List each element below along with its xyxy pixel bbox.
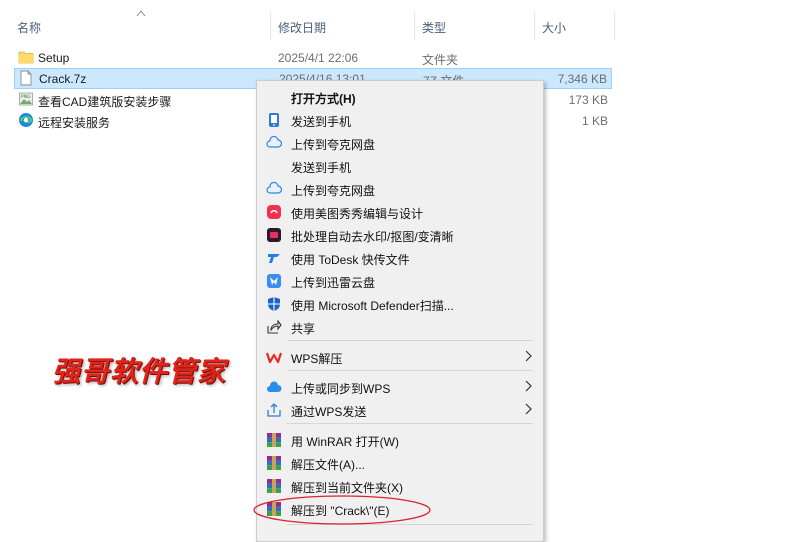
- png-icon: PNG: [19, 92, 33, 106]
- file-row-setup[interactable]: Setup 2025/4/1 22:06 文件夹: [14, 47, 612, 68]
- file-name: Crack.7z: [39, 72, 87, 86]
- column-divider[interactable]: [414, 12, 415, 40]
- menu-item-share[interactable]: 共享: [257, 316, 543, 338]
- menu-item-label: 上传到夸克网盘: [291, 184, 376, 198]
- menu-item-label: WPS解压: [291, 352, 343, 366]
- column-date[interactable]: 修改日期: [278, 19, 326, 36]
- menu-item-batch-photo[interactable]: 批处理自动去水印/抠图/变清晰: [257, 224, 543, 246]
- menu-item-winrar-open[interactable]: 用 WinRAR 打开(W): [257, 429, 543, 451]
- thunder-icon: [267, 274, 281, 288]
- menu-item-wps-sync[interactable]: 上传或同步到WPS: [257, 376, 543, 398]
- file-icon: [20, 70, 32, 86]
- menu-item-label: 上传到迅雷云盘: [291, 276, 376, 290]
- svg-text:PNG: PNG: [21, 94, 31, 100]
- menu-item-upload-quark-2[interactable]: 上传到夸克网盘: [257, 178, 543, 200]
- menu-item-label: 使用 Microsoft Defender扫描...: [291, 299, 454, 313]
- menu-item-label: 使用 ToDesk 快传文件: [291, 253, 410, 267]
- file-size: 7,346 KB: [557, 72, 607, 86]
- defender-icon: [268, 297, 280, 311]
- menu-separator: [287, 340, 533, 341]
- menu-item-label: 通过WPS发送: [291, 405, 367, 419]
- winrar-icon: [267, 456, 281, 470]
- menu-separator: [287, 370, 533, 371]
- menu-item-send-to-phone[interactable]: 发送到手机: [257, 109, 543, 131]
- todesk-icon: [268, 254, 280, 263]
- menu-item-label: 共享: [291, 322, 316, 336]
- winrar-icon: [267, 433, 281, 447]
- wps-cloud-icon: [267, 381, 282, 392]
- file-name: 远程安装服务: [38, 116, 111, 130]
- share-icon: [267, 319, 282, 334]
- file-name: 查看CAD建筑版安装步骤: [38, 95, 172, 109]
- file-date: 2025/4/1 22:06: [278, 51, 359, 65]
- column-size[interactable]: 大小: [542, 19, 566, 36]
- column-divider[interactable]: [534, 12, 535, 40]
- menu-item-label: 发送到手机: [291, 115, 352, 129]
- folder-icon: [18, 51, 34, 64]
- quark-cloud-icon: [266, 135, 282, 148]
- menu-item-meitu[interactable]: 使用美图秀秀编辑与设计: [257, 201, 543, 223]
- chevron-right-icon: [525, 380, 532, 392]
- wps-send-icon: [267, 403, 281, 417]
- context-menu: 打开方式(H) 发送到手机 上传到夸克网盘 发送到手机 上传到夸克网盘 使用美图…: [256, 80, 544, 542]
- menu-item-wps-extract[interactable]: WPS解压: [257, 346, 543, 368]
- file-size: 173 KB: [568, 93, 608, 107]
- menu-item-label: 发送到手机: [291, 161, 352, 175]
- menu-item-wps-send[interactable]: 通过WPS发送: [257, 399, 543, 421]
- menu-item-thunder[interactable]: 上传到迅雷云盘: [257, 270, 543, 292]
- menu-item-label: 使用美图秀秀编辑与设计: [291, 207, 424, 221]
- menu-item-label: 批处理自动去水印/抠图/变清晰: [291, 230, 454, 244]
- file-name: Setup: [38, 51, 70, 65]
- menu-item-label: 解压文件(A)...: [291, 458, 365, 472]
- menu-item-extract-files[interactable]: 解压文件(A)...: [257, 452, 543, 474]
- menu-item-label: 上传到夸克网盘: [291, 138, 376, 152]
- chevron-right-icon: [525, 350, 532, 362]
- menu-item-label: 打开方式(H): [291, 92, 356, 106]
- menu-item-todesk[interactable]: 使用 ToDesk 快传文件: [257, 247, 543, 269]
- menu-item-upload-quark[interactable]: 上传到夸克网盘: [257, 132, 543, 154]
- menu-item-defender[interactable]: 使用 Microsoft Defender扫描...: [257, 293, 543, 315]
- quark-cloud-icon: [266, 181, 282, 194]
- edge-icon: [19, 113, 33, 127]
- watermark-text: 强哥软件管家: [52, 355, 227, 388]
- column-type[interactable]: 类型: [422, 19, 446, 36]
- column-header-bar: 名称 修改日期 类型 大小: [0, 0, 798, 40]
- winrar-icon: [267, 479, 281, 493]
- highlight-ellipse: [253, 495, 431, 525]
- file-type: 文件夹: [422, 53, 459, 67]
- chevron-right-icon: [525, 403, 532, 415]
- file-size: 1 KB: [581, 114, 608, 128]
- menu-item-label: 上传或同步到WPS: [291, 382, 391, 396]
- menu-item-send-to-phone-2[interactable]: 发送到手机: [257, 155, 543, 177]
- wps-icon: [266, 352, 282, 364]
- menu-item-open-with[interactable]: 打开方式(H): [257, 86, 543, 108]
- menu-item-label: 用 WinRAR 打开(W): [291, 435, 399, 449]
- phone-send-icon: [269, 113, 279, 127]
- meitu-icon: [267, 205, 281, 219]
- column-name[interactable]: 名称: [17, 19, 41, 36]
- column-divider[interactable]: [614, 12, 615, 40]
- menu-separator: [287, 423, 533, 424]
- sort-ascending-icon[interactable]: [136, 9, 146, 17]
- batch-photo-icon: [267, 228, 281, 242]
- column-divider[interactable]: [270, 12, 271, 40]
